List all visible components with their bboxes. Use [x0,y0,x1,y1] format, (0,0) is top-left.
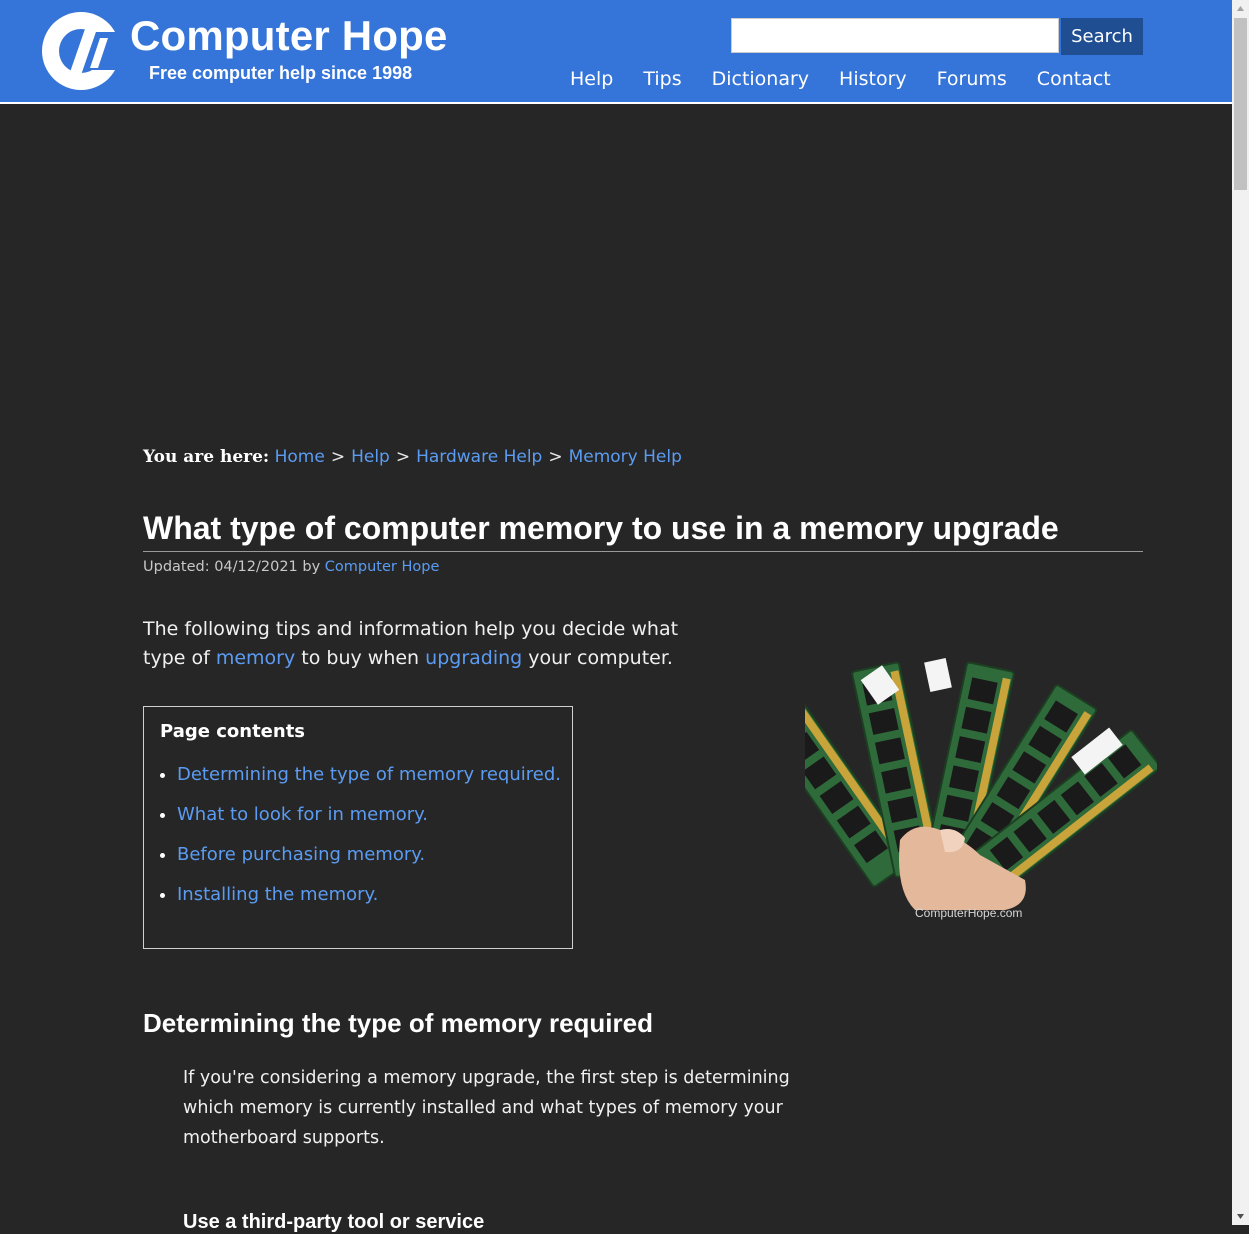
search-input[interactable] [731,18,1059,53]
breadcrumb-hardware-help[interactable]: Hardware Help [416,447,542,467]
list-item: What to look for in memory. [177,805,561,825]
section-paragraph: If you're considering a memory upgrade, … [183,1068,790,1148]
intro-text: your computer. [528,647,673,669]
page-scrollbar[interactable] [1232,0,1249,1225]
scrollbar-thumb[interactable] [1234,18,1247,190]
toc-link-determining[interactable]: Determining the type of memory required. [177,764,561,785]
page-contents-heading: Page contents [160,721,306,742]
nav-forums[interactable]: Forums [937,68,1007,90]
site-tagline: Free computer help since 1998 [149,63,413,83]
breadcrumb-help[interactable]: Help [351,447,390,467]
image-caption: ComputerHope.com [915,906,1023,920]
toc-link-installing[interactable]: Installing the memory. [177,884,378,905]
page-contents-box: Page contents Determining the type of me… [143,706,573,949]
nav-tips[interactable]: Tips [643,68,681,90]
updated-line: Updated: 04/12/2021 by Computer Hope [143,559,439,575]
page-title: What type of computer memory to use in a… [143,510,1143,552]
search-button[interactable]: Search [1061,18,1143,55]
updated-label: Updated: 04/12/2021 by [143,559,321,575]
breadcrumb-separator: > [330,447,346,467]
intro-paragraph: The following tips and information help … [143,615,723,673]
list-item: Installing the memory. [177,885,561,905]
breadcrumb-lead: You are here: [143,447,270,467]
breadcrumb-memory-help[interactable]: Memory Help [569,447,682,467]
ram-modules-image [805,658,1157,910]
intro-text: to buy when [301,647,420,669]
main-nav: Help Tips Dictionary History Forums Cont… [570,68,1111,90]
memory-link[interactable]: memory [216,647,295,669]
site-title[interactable]: Computer Hope [130,12,448,60]
nav-history[interactable]: History [839,68,907,90]
breadcrumb-home[interactable]: Home [275,447,325,467]
subsection-heading: Use a third-party tool or service [183,1211,485,1233]
toc-link-before-purchasing[interactable]: Before purchasing memory. [177,844,425,865]
computer-hope-logo-icon[interactable] [42,12,120,90]
page-contents-list: Determining the type of memory required.… [160,765,561,925]
nav-help[interactable]: Help [570,68,613,90]
breadcrumb: You are here: Home > Help > Hardware Help > Me… [143,447,682,467]
scroll-down-arrow-icon[interactable] [1232,1208,1249,1225]
breadcrumb-separator: > [395,447,411,467]
toc-link-what-to-look-for[interactable]: What to look for in memory. [177,804,428,825]
section-heading: Determining the type of memory required [143,1008,653,1038]
list-item: Before purchasing memory. [177,845,561,865]
author-link[interactable]: Computer Hope [325,559,440,575]
nav-contact[interactable]: Contact [1037,68,1111,90]
breadcrumb-separator: > [548,447,563,467]
nav-dictionary[interactable]: Dictionary [712,68,809,90]
list-item: Determining the type of memory required. [177,765,561,785]
site-header: Computer Hope Free computer help since 1… [0,0,1232,104]
upgrading-link[interactable]: upgrading [425,647,522,669]
scroll-up-arrow-icon[interactable] [1232,0,1249,17]
